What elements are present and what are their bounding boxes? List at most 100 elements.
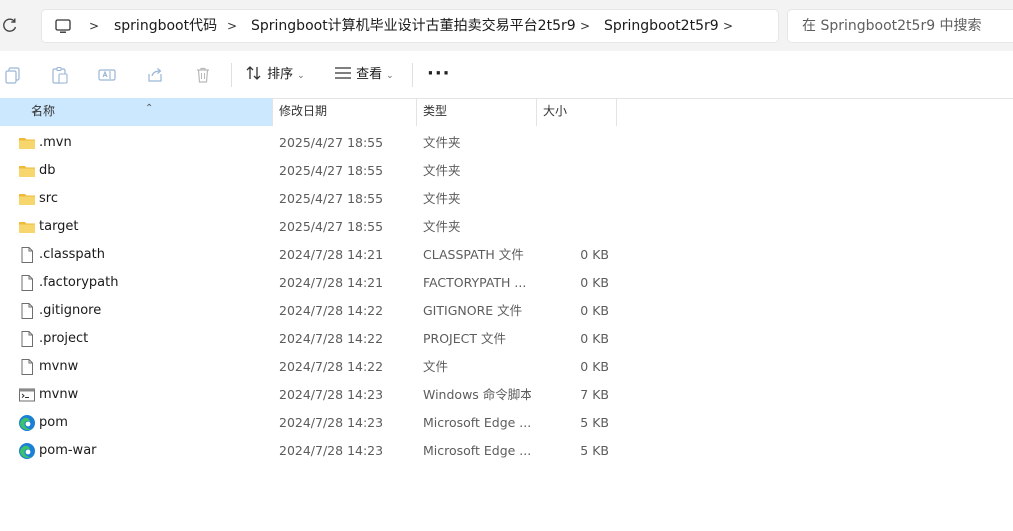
file-type: 文件夹 xyxy=(423,135,461,150)
paste-icon[interactable] xyxy=(50,65,70,85)
file-row[interactable]: target 2025/4/27 18:55 文件夹 xyxy=(0,213,620,241)
toolbar-divider xyxy=(231,63,232,87)
cmd-script-icon xyxy=(18,386,36,404)
file-size: 0 KB xyxy=(580,275,609,290)
edge-icon xyxy=(18,442,36,460)
file-type: Microsoft Edge ... xyxy=(423,415,531,430)
file-size: 0 KB xyxy=(580,331,609,346)
chevron-right-icon[interactable]: > xyxy=(89,18,99,34)
rename-icon[interactable] xyxy=(97,65,117,85)
file-name: .mvn xyxy=(39,135,72,150)
column-header-size[interactable]: 大小 xyxy=(543,98,567,126)
file-icon xyxy=(18,302,36,320)
command-bar: 排序 ⌄ 查看 ⌄ ··· xyxy=(0,51,1013,99)
chevron-right-icon[interactable]: > xyxy=(723,18,733,34)
file-icon xyxy=(18,274,36,292)
file-type: Microsoft Edge ... xyxy=(423,443,531,458)
refresh-icon[interactable] xyxy=(2,16,18,34)
file-type: 文件 xyxy=(423,359,449,374)
column-header-date[interactable]: 修改日期 xyxy=(279,98,327,126)
file-date: 2024/7/28 14:23 xyxy=(279,415,384,430)
chevron-right-icon[interactable]: > xyxy=(227,18,237,34)
column-divider[interactable] xyxy=(536,98,537,126)
file-type: 文件夹 xyxy=(423,163,461,178)
file-name: src xyxy=(39,191,58,206)
breadcrumb-item-springboot-code[interactable]: springboot代码 xyxy=(114,17,217,35)
file-date: 2024/7/28 14:21 xyxy=(279,275,384,290)
share-icon[interactable] xyxy=(145,65,165,85)
search-input[interactable]: 在 Springboot2t5r9 中搜索 xyxy=(802,17,982,35)
breadcrumb[interactable]: > springboot代码 > Springboot计算机毕业设计古董拍卖交易… xyxy=(42,10,778,42)
file-date: 2025/4/27 18:55 xyxy=(279,135,384,150)
delete-icon[interactable] xyxy=(193,65,213,85)
breadcrumb-item-current[interactable]: Springboot2t5r9 xyxy=(604,17,719,35)
chevron-down-icon: ⌄ xyxy=(297,71,305,81)
file-icon xyxy=(18,330,36,348)
file-row[interactable]: mvnw 2024/7/28 14:22 文件 0 KB xyxy=(0,353,620,381)
computer-icon[interactable] xyxy=(54,17,72,35)
file-row[interactable]: .project 2024/7/28 14:22 PROJECT 文件 0 KB xyxy=(0,325,620,353)
file-name: .classpath xyxy=(39,247,105,262)
breadcrumb-item-project[interactable]: Springboot计算机毕业设计古董拍卖交易平台2t5r9 xyxy=(251,17,576,35)
file-row[interactable]: .mvn 2025/4/27 18:55 文件夹 xyxy=(0,129,620,157)
column-divider[interactable] xyxy=(416,98,417,126)
sort-label: 排序 xyxy=(267,67,294,82)
search-box[interactable]: 在 Springboot2t5r9 中搜索 xyxy=(788,10,1013,42)
file-name: db xyxy=(39,163,56,178)
file-date: 2024/7/28 14:21 xyxy=(279,247,384,262)
file-type: Windows 命令脚本 xyxy=(423,387,531,402)
file-name: pom-war xyxy=(39,443,97,458)
file-size: 0 KB xyxy=(580,247,609,262)
file-row[interactable]: mvnw 2024/7/28 14:23 Windows 命令脚本 7 KB xyxy=(0,381,620,409)
file-row[interactable]: .gitignore 2024/7/28 14:22 GITIGNORE 文件 0 K… xyxy=(0,297,620,325)
view-button[interactable]: 查看 ⌄ xyxy=(334,64,394,86)
file-name: mvnw xyxy=(39,359,79,374)
file-size: 0 KB xyxy=(580,303,609,318)
chevron-down-icon[interactable]: ⌄ xyxy=(31,99,39,126)
file-icon xyxy=(18,358,36,376)
file-date: 2025/4/27 18:55 xyxy=(279,191,384,206)
column-divider[interactable] xyxy=(616,98,617,126)
file-name: target xyxy=(39,219,79,234)
file-date: 2024/7/28 14:23 xyxy=(279,443,384,458)
chevron-right-icon[interactable]: > xyxy=(580,18,590,34)
file-type: FACTORYPATH ... xyxy=(423,275,527,290)
file-name: mvnw xyxy=(39,387,79,402)
file-row[interactable]: db 2025/4/27 18:55 文件夹 xyxy=(0,157,620,185)
address-bar-row: > springboot代码 > Springboot计算机毕业设计古董拍卖交易… xyxy=(0,0,1013,51)
toolbar-divider xyxy=(412,63,413,87)
file-row[interactable]: .factorypath 2024/7/28 14:21 FACTORYPATH .… xyxy=(0,269,620,297)
file-date: 2024/7/28 14:22 xyxy=(279,359,384,374)
folder-icon xyxy=(18,190,36,208)
folder-icon xyxy=(18,162,36,180)
column-header-name[interactable]: ⌃ 名称 ⌄ xyxy=(0,98,272,126)
more-options-button[interactable]: ··· xyxy=(427,64,451,84)
file-date: 2024/7/28 14:23 xyxy=(279,387,384,402)
file-date: 2025/4/27 18:55 xyxy=(279,219,384,234)
file-type: CLASSPATH 文件 xyxy=(423,247,524,262)
file-icon xyxy=(18,246,36,264)
file-row[interactable]: src 2025/4/27 18:55 文件夹 xyxy=(0,185,620,213)
file-row[interactable]: pom 2024/7/28 14:23 Microsoft Edge ... 5 KB xyxy=(0,409,620,437)
file-row[interactable]: .classpath 2024/7/28 14:21 CLASSPATH 文件 0 K… xyxy=(0,241,620,269)
file-row[interactable]: pom-war 2024/7/28 14:23 Microsoft Edge ...… xyxy=(0,437,620,465)
folder-icon xyxy=(18,134,36,152)
file-date: 2025/4/27 18:55 xyxy=(279,163,384,178)
view-icon xyxy=(335,67,351,79)
view-label: 查看 xyxy=(356,67,383,82)
copy-icon[interactable] xyxy=(3,65,23,85)
file-type: 文件夹 xyxy=(423,191,461,206)
sort-up-icon: ⌃ xyxy=(145,103,154,114)
file-name: pom xyxy=(39,415,68,430)
file-size: 7 KB xyxy=(580,387,609,402)
file-size: 5 KB xyxy=(580,415,609,430)
folder-icon xyxy=(18,218,36,236)
sort-button[interactable]: 排序 ⌄ xyxy=(245,64,305,86)
file-name: .project xyxy=(39,331,89,346)
file-type: PROJECT 文件 xyxy=(423,331,506,346)
edge-icon xyxy=(18,414,36,432)
column-divider[interactable] xyxy=(272,98,273,126)
file-size: 0 KB xyxy=(580,359,609,374)
column-header-type[interactable]: 类型 xyxy=(423,98,447,126)
file-name: .gitignore xyxy=(39,303,102,318)
